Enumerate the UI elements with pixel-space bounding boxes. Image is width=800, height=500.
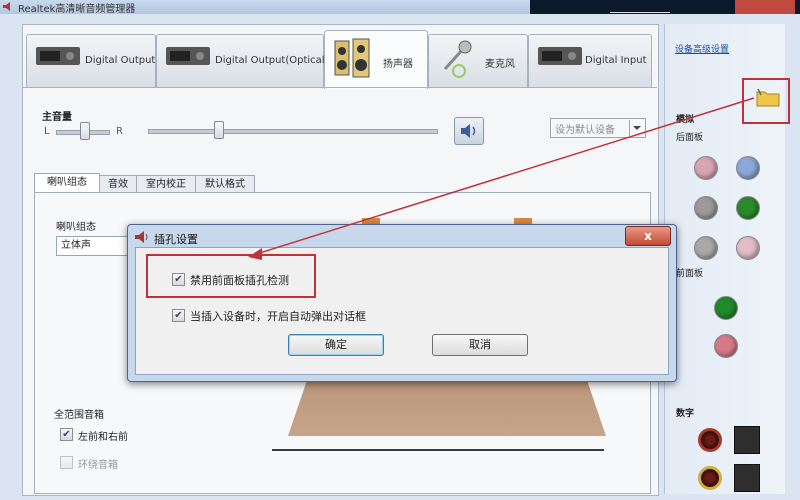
analog-label: 模拟: [676, 115, 695, 125]
surround-checkbox[interactable]: [60, 456, 73, 469]
coaxial-jack-icon[interactable]: [698, 466, 722, 490]
dialog-body: ✔ 禁用前面板插孔检测 ✔ 当插入设备时，开启自动弹出对话框 确定 取消: [135, 247, 669, 375]
minimize-icon[interactable]: [610, 0, 670, 13]
tab-digital-output-optical[interactable]: Digital Output(Optical): [156, 34, 328, 87]
speaker-icon: [135, 231, 148, 243]
set-default-device-dropdown[interactable]: 设为默认设备: [550, 118, 646, 138]
front-jack-pink[interactable]: [714, 334, 738, 358]
digital-output-icon: [36, 47, 80, 65]
volume-slider-track: [148, 129, 438, 134]
tab-divider: [22, 87, 657, 88]
mute-button[interactable]: [454, 117, 484, 145]
ok-button[interactable]: 确定: [288, 334, 384, 356]
auto-popup-label: 当插入设备时，开启自动弹出对话框: [190, 310, 366, 323]
tab-label: Digital Input: [585, 55, 647, 66]
tab-label: Digital Output: [85, 55, 156, 66]
back-panel-label: 后面板: [676, 133, 704, 143]
master-volume-label: 主音量: [42, 112, 72, 123]
subtab-default-format[interactable]: 默认格式: [195, 175, 255, 193]
speaker-icon: [3, 2, 10, 11]
optical-output-icon: [166, 47, 210, 65]
front-left-right-label: 左前和右前: [78, 432, 128, 443]
tab-digital-output[interactable]: Digital Output: [26, 34, 156, 87]
dialog-title: 插孔设置: [154, 233, 198, 246]
chevron-down-icon: [629, 120, 644, 136]
jack-green[interactable]: [736, 196, 760, 220]
title-bar: Realtek高清晰音频管理器: [0, 0, 800, 15]
speaker-volume-icon: [461, 124, 476, 138]
jack-blue[interactable]: [736, 156, 760, 180]
jack-settings-dialog: 插孔设置 x ✔ 禁用前面板插孔检测 ✔ 当插入设备时，开启自动弹出对话框 确定…: [127, 224, 677, 382]
speaker-config-label: 喇叭组态: [56, 222, 96, 233]
tab-label: 扬声器: [383, 59, 413, 70]
digital-input-icon: [538, 47, 582, 65]
subtab-room-correction[interactable]: 室内校正: [136, 175, 196, 193]
jack-pink[interactable]: [694, 156, 718, 180]
balance-slider-thumb[interactable]: [80, 122, 90, 140]
disable-front-jack-detection-checkbox[interactable]: ✔: [172, 273, 185, 286]
surround-label: 环绕音箱: [78, 460, 118, 471]
set-default-device-label: 设为默认设备: [555, 125, 615, 136]
jack-pink-light[interactable]: [736, 236, 760, 260]
subtab-effects[interactable]: 音效: [99, 175, 137, 193]
volume-slider-thumb[interactable]: [214, 121, 224, 139]
folder-icon[interactable]: [756, 88, 780, 108]
dialog-close-button[interactable]: x: [625, 226, 671, 246]
front-jack-green[interactable]: [714, 296, 738, 320]
advanced-device-settings-link[interactable]: 设备高级设置: [675, 42, 729, 55]
window-controls: [530, 0, 800, 14]
auto-popup-checkbox[interactable]: ✔: [172, 309, 185, 322]
optical-jack-icon[interactable]: [734, 464, 760, 492]
coaxial-jack-icon[interactable]: [698, 428, 722, 452]
close-icon[interactable]: [735, 0, 795, 14]
speaker-stage-floor: [288, 380, 606, 436]
fullrange-label: 全范围音箱: [54, 410, 104, 421]
window-title: Realtek高清晰音频管理器: [18, 4, 136, 15]
digital-label: 数字: [676, 409, 695, 419]
jack-gray[interactable]: [694, 196, 718, 220]
disable-front-jack-detection-label: 禁用前面板插孔检测: [190, 274, 289, 287]
tab-speakers[interactable]: 扬声器: [324, 30, 428, 89]
balance-left-label: L: [44, 126, 50, 137]
tab-label: Digital Output(Optical): [215, 55, 329, 66]
cancel-button[interactable]: 取消: [432, 334, 528, 356]
tab-label: 麦克风: [485, 59, 515, 70]
balance-right-label: R: [116, 126, 123, 137]
front-panel-label: 前面板: [676, 269, 704, 279]
jack-gray[interactable]: [694, 236, 718, 260]
stage-baseline: [272, 449, 604, 451]
speakers-icon: [334, 38, 370, 78]
tab-microphone[interactable]: 麦克风: [428, 34, 528, 87]
front-left-right-checkbox[interactable]: ✔: [60, 428, 73, 441]
microphone-icon: [443, 40, 472, 78]
tab-digital-input[interactable]: Digital Input: [528, 34, 652, 87]
subtab-speaker-config[interactable]: 喇叭组态: [34, 173, 100, 193]
optical-jack-icon[interactable]: [734, 426, 760, 454]
